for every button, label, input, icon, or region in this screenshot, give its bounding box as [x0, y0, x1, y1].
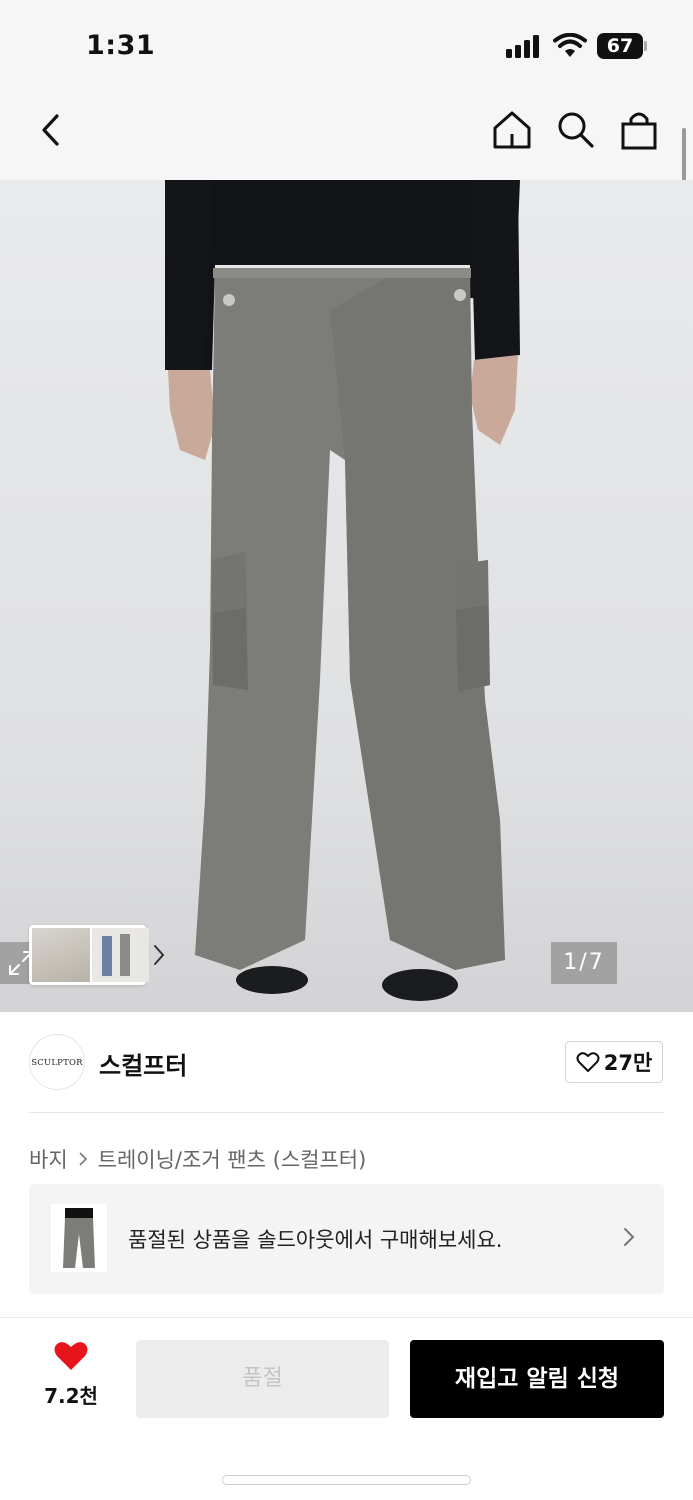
status-time: 1:31 — [86, 30, 156, 61]
chevron-left-icon[interactable] — [30, 108, 74, 152]
divider — [29, 1112, 664, 1113]
brand-like-button[interactable]: 27만 — [565, 1041, 663, 1083]
restock-alert-button[interactable]: 재입고 알림 신청 — [410, 1340, 664, 1418]
search-icon[interactable] — [554, 108, 598, 152]
banner-product-thumbnail — [51, 1204, 107, 1272]
image-counter: 1/7 — [551, 942, 617, 984]
chevron-right-icon — [154, 945, 165, 965]
heart-filled-icon — [54, 1342, 88, 1370]
brand-logo[interactable]: SCULPTOR — [29, 1034, 85, 1090]
bottom-bar-divider — [0, 1317, 693, 1318]
product-image[interactable]: 1/7 — [0, 180, 693, 1012]
soldout-button[interactable]: 품절 — [136, 1340, 389, 1418]
battery-icon: 67 — [597, 33, 643, 59]
wishlist-button[interactable]: 7.2천 — [36, 1340, 106, 1409]
wishlist-count: 7.2천 — [44, 1384, 98, 1408]
brand-like-count: 27만 — [603, 1051, 653, 1075]
home-indicator[interactable] — [222, 1475, 471, 1485]
product-photo — [165, 180, 520, 1001]
breadcrumb-item-category[interactable]: 바지 — [29, 1144, 68, 1174]
chevron-right-icon — [79, 1152, 87, 1166]
shopping-bag-icon[interactable] — [617, 108, 661, 152]
heart-outline-icon — [576, 1052, 600, 1072]
chevron-right-icon — [624, 1228, 635, 1246]
brand-name[interactable]: 스컬프터 — [99, 1046, 187, 1081]
breadcrumb: 바지 트레이닝/조거 팬츠 (스컬프터) — [29, 1144, 366, 1174]
top-bar: 1:31 67 — [0, 0, 693, 180]
soldout-banner[interactable]: 품절된 상품을 솔드아웃에서 구매해보세요. — [29, 1184, 664, 1294]
signal-icon — [506, 34, 542, 58]
soldout-banner-text: 품절된 상품을 솔드아웃에서 구매해보세요. — [128, 1228, 503, 1252]
wifi-icon — [553, 33, 587, 57]
breadcrumb-item-subcategory[interactable]: 트레이닝/조거 팬츠 (스컬프터) — [98, 1144, 367, 1174]
home-icon[interactable] — [490, 108, 534, 152]
related-look-thumbnail[interactable] — [29, 925, 165, 985]
look-thumb-image — [32, 928, 90, 982]
look-thumb-image-2 — [92, 928, 149, 982]
battery-tip — [644, 41, 647, 51]
